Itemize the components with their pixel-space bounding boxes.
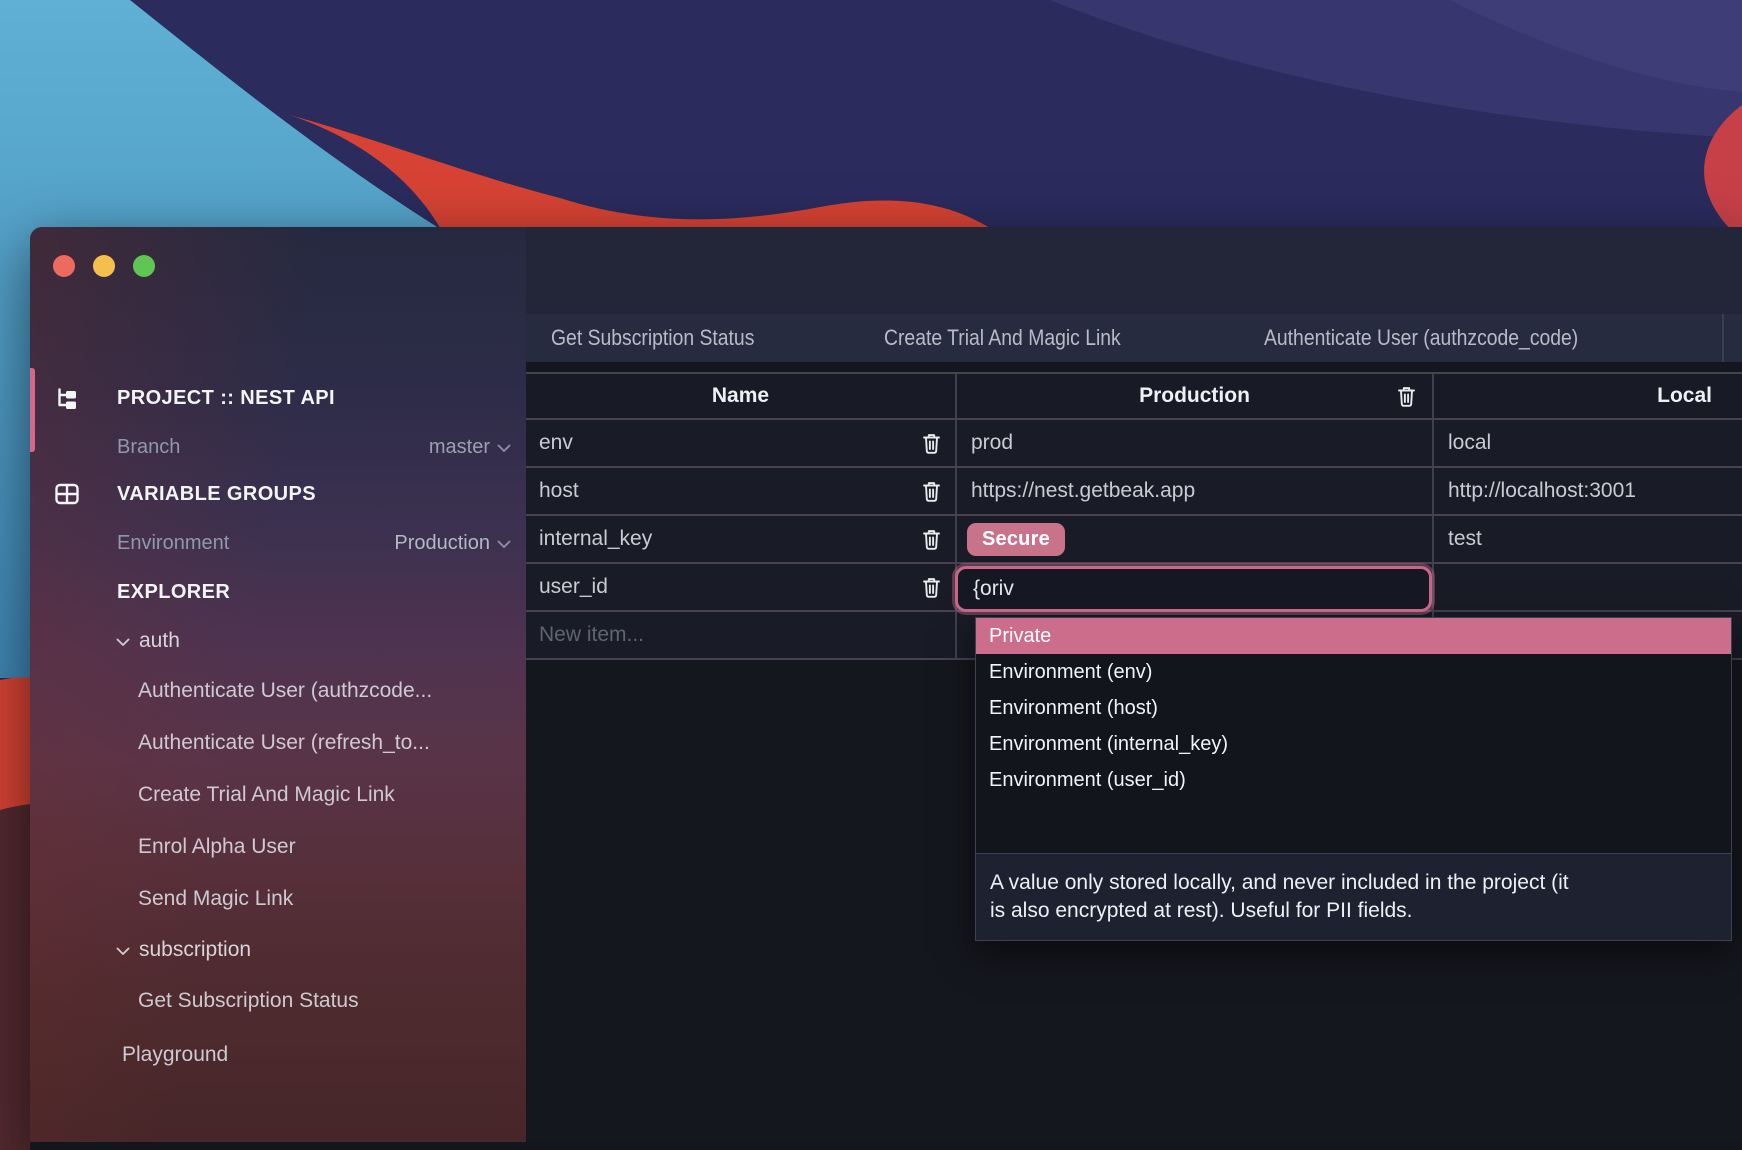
- project-tree-icon: [54, 385, 81, 412]
- variable-name: env: [526, 431, 573, 455]
- screen: PROJECT :: NEST API Branch master: [0, 0, 1742, 1150]
- variable-groups-section-header: VARIABLE GROUPS: [30, 479, 526, 509]
- variable-name: host: [526, 479, 579, 503]
- explorer-section-header: EXPLORER: [30, 577, 526, 607]
- variable-value: http://localhost:3001: [1434, 479, 1636, 503]
- environment-label: Environment: [117, 532, 229, 555]
- window-bottom-strip: [30, 1142, 1742, 1150]
- explorer-group-label: auth: [139, 629, 180, 653]
- column-header-name: Name: [526, 384, 955, 408]
- variable-value-input[interactable]: {oriv: [955, 566, 1432, 612]
- cell-local-value[interactable]: local: [1434, 420, 1742, 466]
- tab-authenticate-user-authzcode[interactable]: Authenticate User (authzcode_code): [1264, 314, 1578, 362]
- autocomplete-item-environment-user-id[interactable]: Environment (user_id): [976, 762, 1731, 798]
- explorer-section-title: EXPLORER: [117, 581, 230, 604]
- explorer-group-subscription[interactable]: subscription: [116, 936, 251, 964]
- close-button[interactable]: [53, 255, 75, 277]
- table-row-env: env prod local: [526, 420, 1742, 468]
- branch-label: Branch: [117, 436, 180, 459]
- panel-header: [526, 227, 1742, 314]
- branch-value: master: [429, 436, 490, 459]
- explorer-group-label: subscription: [139, 938, 251, 962]
- chevron-down-icon: [116, 638, 130, 647]
- trash-icon[interactable]: [921, 480, 942, 503]
- column-header-production: Production: [957, 384, 1432, 408]
- table-row-host: host https://nest.getbeak.app http://loc…: [526, 468, 1742, 516]
- tab-get-subscription-status[interactable]: Get Subscription Status: [551, 314, 754, 362]
- chevron-down-icon: [497, 444, 511, 453]
- trash-icon[interactable]: [921, 432, 942, 455]
- app-window: PROJECT :: NEST API Branch master: [30, 227, 1742, 1150]
- variable-value: test: [1434, 527, 1482, 551]
- minimize-button[interactable]: [93, 255, 115, 277]
- cell-name[interactable]: env: [526, 420, 957, 466]
- autocomplete-item-environment-internal-key[interactable]: Environment (internal_key): [976, 726, 1731, 762]
- cell-name[interactable]: user_id: [526, 564, 957, 610]
- window-controls: [53, 255, 155, 277]
- variable-value: https://nest.getbeak.app: [957, 479, 1195, 503]
- tab-bar: Get Subscription Status Create Trial And…: [526, 314, 1742, 362]
- branch-selector[interactable]: Branch master: [30, 433, 526, 461]
- secure-badge: Secure: [967, 523, 1065, 556]
- table-row-internal-key: internal_key Secure test: [526, 516, 1742, 564]
- autocomplete-item-environment-host[interactable]: Environment (host): [976, 690, 1731, 726]
- table-header-row: Name Production Local: [526, 372, 1742, 420]
- autocomplete-item-environment-env[interactable]: Environment (env): [976, 654, 1731, 690]
- variable-value: prod: [957, 431, 1013, 455]
- cell-local-value[interactable]: [1434, 564, 1742, 610]
- new-item-cell[interactable]: New item...: [526, 612, 957, 658]
- autocomplete-item-private[interactable]: Private: [976, 618, 1731, 654]
- tab-separator: [1722, 314, 1724, 362]
- trash-icon[interactable]: [921, 576, 942, 599]
- zoom-button[interactable]: [133, 255, 155, 277]
- variable-name: user_id: [526, 575, 608, 599]
- variable-groups-section-title: VARIABLE GROUPS: [117, 483, 316, 506]
- explorer-item-enrol-alpha[interactable]: Enrol Alpha User: [138, 833, 296, 861]
- cell-production-value[interactable]: https://nest.getbeak.app: [957, 468, 1434, 514]
- autocomplete-description: A value only stored locally, and never i…: [975, 853, 1732, 941]
- explorer-item-create-trial[interactable]: Create Trial And Magic Link: [138, 781, 395, 809]
- cell-production-value[interactable]: prod: [957, 420, 1434, 466]
- explorer-item-get-subscription-status[interactable]: Get Subscription Status: [138, 987, 359, 1015]
- cell-name[interactable]: internal_key: [526, 516, 957, 562]
- new-item-placeholder: New item...: [526, 623, 644, 647]
- cell-production-value[interactable]: Secure: [957, 516, 1434, 562]
- explorer-item-playground[interactable]: Playground: [122, 1041, 228, 1069]
- cell-name[interactable]: host: [526, 468, 957, 514]
- header-cell-local: Local: [1434, 374, 1742, 418]
- cell-local-value[interactable]: test: [1434, 516, 1742, 562]
- variable-name: internal_key: [526, 527, 652, 551]
- chevron-down-icon: [497, 540, 511, 549]
- environment-value: Production: [394, 532, 490, 555]
- project-section-title: PROJECT :: NEST API: [117, 387, 335, 410]
- variable-value: local: [1434, 431, 1491, 455]
- explorer-item-authenticate-refresh[interactable]: Authenticate User (refresh_to...: [138, 729, 430, 757]
- variable-groups-grid-icon: [54, 482, 80, 506]
- environment-selector[interactable]: Environment Production: [30, 529, 526, 557]
- autocomplete-dropdown: Private Environment (env) Environment (h…: [975, 617, 1732, 941]
- autocomplete-list: Private Environment (env) Environment (h…: [975, 617, 1732, 853]
- trash-icon[interactable]: [1396, 385, 1417, 408]
- chevron-down-icon: [116, 947, 130, 956]
- header-cell-name: Name: [526, 374, 957, 418]
- tab-create-trial-and-magic-link[interactable]: Create Trial And Magic Link: [884, 314, 1121, 362]
- header-cell-production: Production: [957, 374, 1434, 418]
- trash-icon[interactable]: [921, 528, 942, 551]
- explorer-group-auth[interactable]: auth: [116, 627, 180, 655]
- cell-local-value[interactable]: http://localhost:3001: [1434, 468, 1742, 514]
- column-header-local: Local: [1434, 384, 1742, 408]
- explorer-item-authenticate-authzcode[interactable]: Authenticate User (authzcode...: [138, 677, 432, 705]
- explorer-item-send-magic-link[interactable]: Send Magic Link: [138, 885, 293, 913]
- project-section-header: PROJECT :: NEST API: [30, 383, 526, 413]
- sidebar: PROJECT :: NEST API Branch master: [30, 227, 526, 1150]
